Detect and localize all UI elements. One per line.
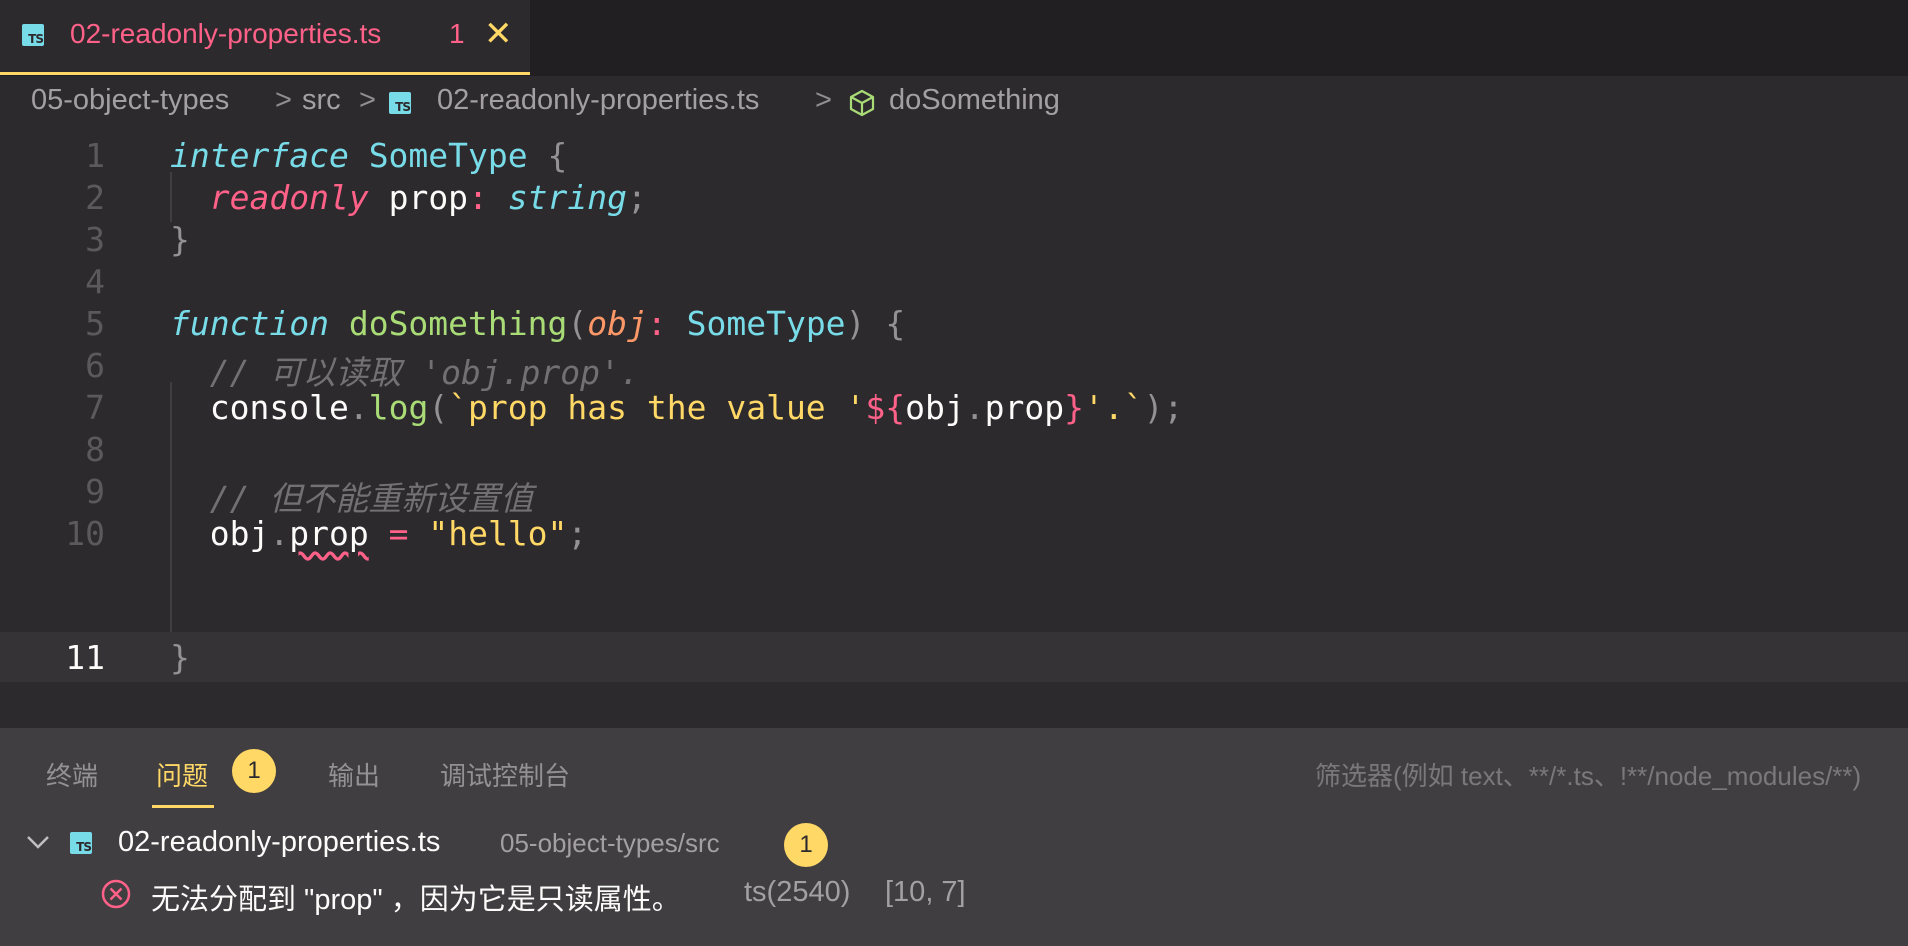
token-keyword: interface [170,136,349,175]
breadcrumb-separator: > [359,84,376,116]
token-keyword: readonly [209,178,369,217]
token-function: doSomething [348,304,568,343]
token-string: "hello" [428,514,568,553]
problem-location: [10, 7] [885,876,966,908]
token-parameter: obj [587,304,647,343]
breadcrumb-separator: > [815,84,832,116]
token-punctuation: . [269,514,290,553]
token-function: log [368,388,429,427]
token-operator: = [388,514,409,553]
token-punctuation: . [964,388,985,427]
line-content: interface SomeType { [170,136,567,175]
ts-file-icon: TS [70,832,92,854]
symbol-method-icon [847,88,877,126]
token-property: prop [388,178,469,217]
tab-filename: 02-readonly-properties.ts [70,18,382,49]
ts-file-icon: TS [389,92,411,114]
problems-filter-input[interactable]: 筛选器(例如 text、**/*.ts、!**/node_modules/**) [1315,756,1861,793]
problem-code: ts(2540) [744,876,851,908]
token-punctuation: ; [1163,388,1184,427]
breadcrumb-separator: > [275,84,292,116]
token-punctuation: ( [428,388,449,427]
token-string: `prop has the value ' [448,388,866,427]
token-punctuation: } [170,638,190,677]
token-punctuation: ) [845,304,866,343]
line-content: } [170,638,190,677]
line-number: 9 [85,472,105,511]
line-number: 10 [65,514,105,553]
editor-tab-active[interactable]: TS 02-readonly-properties.ts 1 ✕ [0,0,530,75]
token-punctuation: . [348,388,369,427]
error-squiggle-prop[interactable]: prop [289,514,368,553]
problem-message: 无法分配到 "prop" ，因为它是只读属性。 [151,884,681,916]
panel-tab-bar: 终端 问题 1 输出 调试控制台 筛选器(例如 text、**/*.ts、!**… [0,728,1908,810]
line-content: obj.prop = "hello"; [170,514,588,553]
line-number: 8 [85,430,105,469]
tab-output[interactable]: 输出 [328,756,380,793]
token-identifier: obj [209,514,270,553]
close-icon[interactable]: ✕ [484,14,513,54]
line-content: console.log(`prop has the value '${obj.p… [170,388,1184,427]
line-number: 2 [85,178,105,217]
tab-problem-count: 1 [449,18,465,49]
token-punctuation: } [1064,388,1085,427]
problem-item[interactable]: 无法分配到 "prop" ，因为它是只读属性。 ts(2540) [10, 7] [0,868,1908,918]
line-content: function doSomething(obj: SomeType) { [170,304,905,343]
tab-debug-console[interactable]: 调试控制台 [440,756,570,793]
token-punctuation: { [547,136,568,175]
line-content: } [170,220,190,259]
token-punctuation: : [646,304,667,343]
ts-file-icon: TS [22,24,44,46]
token-type: SomeType [686,304,846,343]
breadcrumb-item-src[interactable]: src [302,84,341,117]
problem-file-row[interactable]: TS 02-readonly-properties.ts 05-object-t… [0,818,1908,868]
code-editor[interactable]: 1 interface SomeType { 2 readonly prop: … [0,130,1908,690]
token-type: SomeType [368,136,528,175]
editor-tab-bar: TS 02-readonly-properties.ts 1 ✕ [0,0,1908,76]
line-number: 1 [85,136,105,175]
line-number: 11 [65,638,105,677]
token-identifier: obj [905,388,965,427]
line-number: 7 [85,388,105,427]
token-keyword: function [170,304,329,343]
token-punctuation: ; [567,514,588,553]
tab-problems[interactable]: 问题 [156,756,208,793]
error-icon [100,878,132,915]
breadcrumb-item-file[interactable]: 02-readonly-properties.ts [437,84,759,117]
active-tab-indicator [152,805,214,808]
line-number: 6 [85,346,105,385]
token-punctuation: ( [567,304,588,343]
token-property: prop [984,388,1065,427]
token-punctuation: { [885,304,906,343]
line-number: 4 [85,262,105,301]
token-punctuation: } [170,220,190,259]
token-punctuation: ${ [865,388,906,427]
problems-count-badge: 1 [232,749,276,793]
token-type: string [507,178,628,217]
bottom-panel: 终端 问题 1 输出 调试控制台 筛选器(例如 text、**/*.ts、!**… [0,728,1908,946]
problem-file-count-badge: 1 [784,823,828,867]
code-line-current[interactable]: 11 } [0,632,1908,682]
problem-filename: 02-readonly-properties.ts [118,826,441,858]
line-number: 3 [85,220,105,259]
token-punctuation: ) [1143,388,1164,427]
line-content: readonly prop: string; [170,178,647,217]
token-identifier: console [209,388,349,427]
token-string: '.` [1084,388,1144,427]
code-line[interactable]: 10 obj.prop = "hello"; [0,508,1908,558]
problem-file-path: 05-object-types/src [500,828,720,858]
token-punctuation: : [468,178,488,217]
token-punctuation: ; [627,178,647,217]
breadcrumb-item-symbol[interactable]: doSomething [889,84,1060,117]
breadcrumb-item-folder[interactable]: 05-object-types [31,84,229,117]
chevron-down-icon[interactable] [24,828,52,861]
tab-terminal[interactable]: 终端 [46,756,98,793]
line-number: 5 [85,304,105,343]
